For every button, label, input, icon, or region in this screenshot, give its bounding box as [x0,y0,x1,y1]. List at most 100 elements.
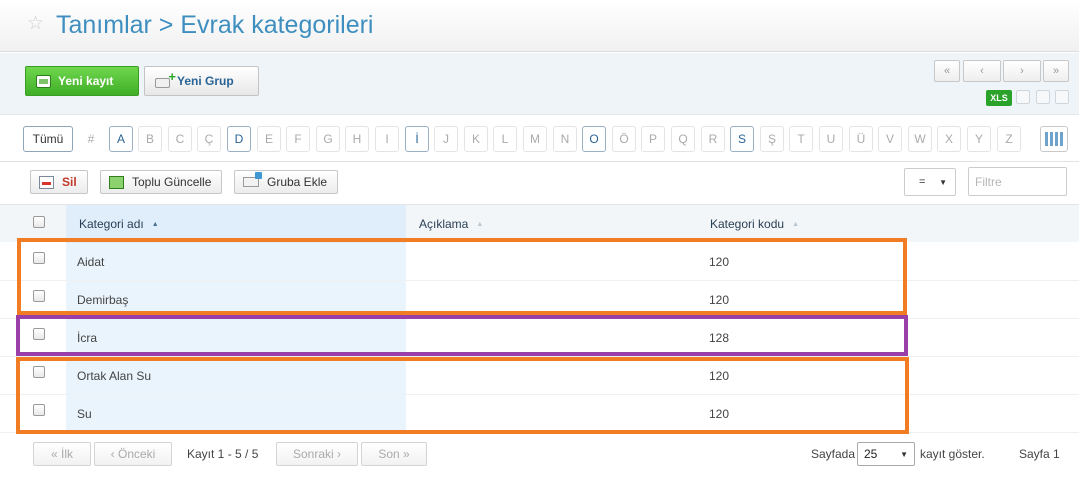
sort-icon: ▲ [792,220,799,228]
alphabet-all-button[interactable]: Tümü [23,126,73,152]
delete-icon [39,175,54,189]
last-page-button[interactable]: Son » [361,442,427,466]
bulk-update-label: Toplu Güncelle [132,175,212,189]
sort-asc-icon: ▲ [151,220,159,228]
alphabet-letter-button[interactable]: X [937,126,961,152]
table-row[interactable]: İcra 128 [0,319,1079,357]
category-name-cell: Demirbaş [77,292,129,307]
alphabet-letter-button[interactable]: Q [671,126,695,152]
sort-icon: ▲ [476,220,484,228]
add-to-group-button[interactable]: Gruba Ekle [234,170,339,194]
alphabet-letter-button[interactable]: N [553,126,577,152]
new-record-button[interactable]: Yeni kayıt [25,66,139,96]
alphabet-letter-button[interactable]: Ö [612,126,636,152]
column-header-description[interactable]: Açıklama ▲ [406,205,696,243]
favorite-star-icon[interactable]: ☆ [27,13,44,35]
chevron-down-icon: ▼ [900,449,908,459]
last-page-button[interactable]: » [1043,60,1069,82]
category-code-cell: 120 [709,368,730,383]
sorted-column-shade [66,395,406,432]
category-name-cell: Aidat [77,254,105,269]
alphabet-letter-button[interactable]: Y [967,126,991,152]
category-code-cell: 120 [709,254,730,269]
alphabet-letter-button[interactable]: T [789,126,813,152]
alphabet-letter-button[interactable]: Z [997,126,1021,152]
new-record-label: Yeni kayıt [58,74,114,88]
category-name-cell: İcra [77,330,98,345]
alphabet-letter-button[interactable]: R [701,126,725,152]
table-row[interactable]: Ortak Alan Su 120 [0,357,1079,395]
delete-button[interactable]: Sil [30,170,88,194]
category-code-cell: 120 [709,292,730,307]
alphabet-letter-button[interactable]: D [227,126,251,152]
page-size-value: 25 [864,447,878,461]
export-icon[interactable] [1016,90,1030,104]
alphabet-letter-button[interactable]: H [345,126,369,152]
per-page-suffix: kayıt göster. [920,447,985,461]
alphabet-letter-button[interactable]: K [464,126,488,152]
table-row[interactable]: Su 120 [0,395,1079,433]
column-label: Kategori adı [79,217,144,231]
print-icon[interactable] [1036,90,1050,104]
category-name-cell: Ortak Alan Su [77,368,152,383]
alphabet-letter-button[interactable]: İ [405,126,429,152]
alphabet-letter-button[interactable]: E [257,126,281,152]
operator-select[interactable]: = ▼ [904,168,956,196]
alphabet-letter-button[interactable]: M [523,126,547,152]
alphabet-letter-button[interactable]: G [316,126,340,152]
bulk-update-icon [109,175,124,189]
next-page-button[interactable]: Sonraki › [276,442,358,466]
record-count: Kayıt 1 - 5 / 5 [187,447,259,461]
alphabet-letter-button[interactable]: V [878,126,902,152]
page-indicator: Sayfa 1 [1019,447,1060,461]
alphabet-letter-button[interactable]: O [582,126,606,152]
table-header: Kategori adı ▲ Açıklama ▲ Kategori kodu … [0,204,1079,243]
alphabet-letter-button[interactable]: W [908,126,932,152]
alphabet-letter-button[interactable]: B [138,126,162,152]
alphabet-letter-button[interactable]: A [109,126,133,152]
alphabet-letter-button[interactable]: P [641,126,665,152]
alphabet-letter-button[interactable]: Ç [197,126,221,152]
table-row[interactable]: Demirbaş 120 [0,281,1079,319]
alphabet-letter-button[interactable]: J [434,126,458,152]
column-header-category-code[interactable]: Kategori kodu ▲ [696,205,1079,243]
columns-toggle-icon[interactable] [1040,126,1068,152]
alphabet-letter-button[interactable]: I [375,126,399,152]
row-checkbox[interactable] [33,252,45,264]
category-name-cell: Su [77,406,92,421]
row-checkbox[interactable] [33,328,45,340]
column-label: Kategori kodu [710,217,785,231]
table-row[interactable]: Aidat 120 [0,243,1079,281]
page-size-select[interactable]: 25 ▼ [857,442,915,466]
folder-add-icon [155,69,176,88]
alphabet-letter-button[interactable]: S [730,126,754,152]
chevron-down-icon: ▼ [939,177,947,187]
new-group-button[interactable]: Yeni Grup [144,66,259,96]
previous-page-button[interactable]: ‹ Önceki [94,442,172,466]
per-page-label: Sayfada [811,447,856,461]
add-to-group-label: Gruba Ekle [267,175,328,189]
alphabet-letter-button[interactable]: C [168,126,192,152]
page-header: ☆ Tanımlar > Evrak kategorileri [0,0,1079,52]
bulk-update-button[interactable]: Toplu Güncelle [100,170,223,194]
first-page-button[interactable]: « İlk [33,442,91,466]
settings-icon[interactable] [1055,90,1069,104]
alphabet-letter-button[interactable]: Ş [760,126,784,152]
form-icon [36,74,51,88]
alphabet-letter-button[interactable]: U [819,126,843,152]
alphabet-letter-button[interactable]: F [286,126,310,152]
row-checkbox[interactable] [33,366,45,378]
row-checkbox[interactable] [33,404,45,416]
row-checkbox[interactable] [33,290,45,302]
first-page-button[interactable]: « [934,60,960,82]
column-header-category-name[interactable]: Kategori adı ▲ [66,205,406,243]
alphabet-letter-button[interactable]: # [79,126,103,152]
new-group-label: Yeni Grup [177,74,234,88]
select-all-checkbox[interactable] [33,216,45,228]
prev-page-button[interactable]: ‹ [963,60,1001,82]
alphabet-letter-button[interactable]: Ü [849,126,873,152]
next-page-button[interactable]: › [1003,60,1041,82]
filter-input[interactable] [968,167,1067,196]
xls-export-button[interactable]: XLS [986,90,1012,106]
alphabet-letter-button[interactable]: L [493,126,517,152]
